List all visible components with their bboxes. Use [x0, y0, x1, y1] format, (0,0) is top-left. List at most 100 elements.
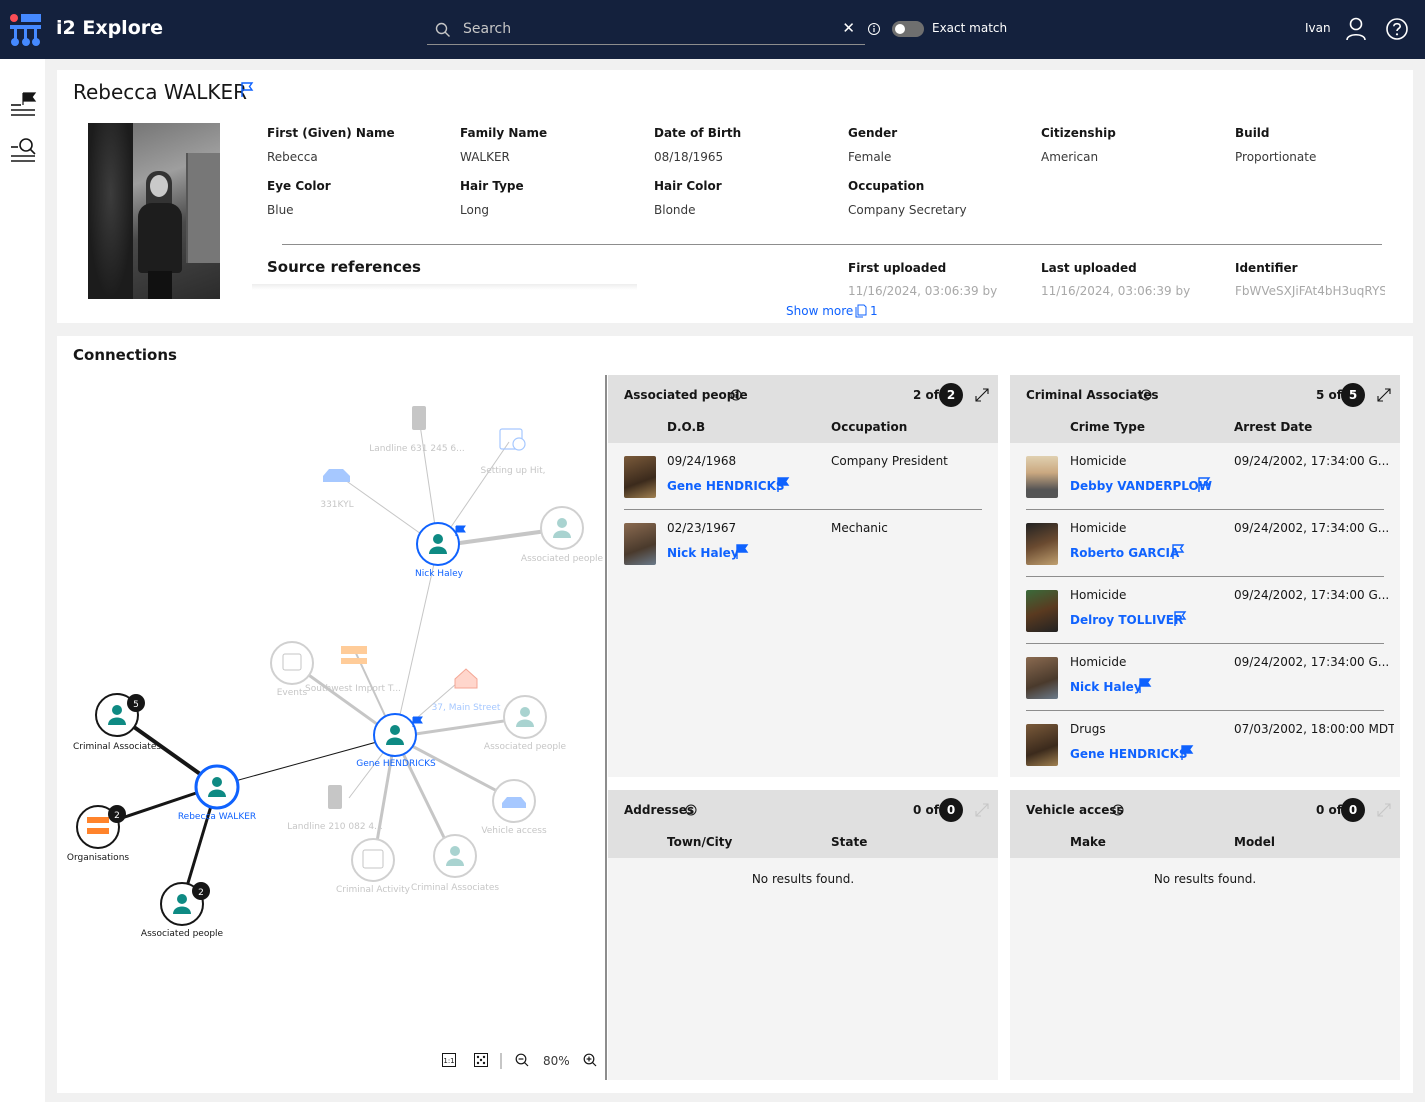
- column-header[interactable]: Crime Type: [1070, 420, 1145, 434]
- user-icon[interactable]: [1345, 16, 1367, 42]
- table-row[interactable]: Homicide 09/24/2002, 17:34:00 G... Nick …: [1010, 644, 1400, 711]
- vehicle-access-panel: Vehicle access 0 of 0 Make Model No resu…: [1010, 790, 1400, 1080]
- arrest-date-cell: 09/24/2002, 17:34:00 G...: [1234, 588, 1389, 602]
- photo-torso: [138, 203, 182, 273]
- total-badge: 0: [939, 798, 963, 822]
- flag-outline-icon[interactable]: [240, 82, 254, 98]
- field-build: Build Proportionate: [1235, 126, 1425, 164]
- arrest-date-cell: 09/24/2002, 17:34:00 G...: [1234, 521, 1389, 535]
- flagged-records-icon[interactable]: [9, 91, 37, 119]
- connections-graph[interactable]: Landline 631 245 6... Setting up Hit, 33…: [57, 336, 605, 1093]
- table-row[interactable]: Homicide 09/24/2002, 17:34:00 G... Rober…: [1010, 510, 1400, 577]
- meta-last-uploaded: Last uploaded 11/16/2024, 03:06:39 by: [1041, 261, 1231, 298]
- app-logo-icon[interactable]: [9, 13, 43, 47]
- help-icon[interactable]: [1385, 17, 1409, 41]
- no-results-text: No results found.: [751, 872, 855, 886]
- criminal-activity-node[interactable]: Criminal Activity: [336, 838, 411, 895]
- nick-haley-node[interactable]: Nick Haley: [415, 522, 466, 579]
- person-link[interactable]: Gene HENDRICKS: [667, 479, 785, 493]
- clear-search-icon[interactable]: ✕: [842, 19, 855, 37]
- fit-to-view-icon[interactable]: [474, 1053, 488, 1067]
- addresses-panel: Addresses 0 of 0 Town/City State No resu…: [608, 790, 998, 1080]
- vehicle-node[interactable]: 331KYL: [320, 469, 354, 510]
- column-header[interactable]: Model: [1234, 835, 1275, 849]
- table-row[interactable]: 09/24/1968 Company President Gene HENDRI…: [608, 443, 998, 510]
- zoom-out-icon[interactable]: [515, 1053, 529, 1067]
- event-node[interactable]: Setting up Hit,: [480, 428, 546, 476]
- person-link[interactable]: Delroy TOLLIVER: [1070, 613, 1183, 627]
- column-header[interactable]: Town/City: [667, 835, 732, 849]
- table-row[interactable]: Homicide 09/24/2002, 17:34:00 G... Delro…: [1010, 577, 1400, 644]
- field-family-name: Family Name WALKER: [460, 126, 650, 164]
- landline-node[interactable]: Landline 631 245 6...: [369, 406, 465, 454]
- flag-icon[interactable]: [1180, 745, 1194, 761]
- expand-icon[interactable]: [974, 387, 990, 403]
- organisation-node[interactable]: Southwest Import T...: [305, 646, 401, 694]
- field-label: Hair Color: [654, 179, 722, 193]
- occupation-cell: Mechanic: [831, 521, 888, 535]
- info-icon[interactable]: [685, 804, 697, 816]
- connections-card: Connections Landline 631 245 6... Settin…: [57, 336, 1413, 1093]
- search-input[interactable]: [463, 18, 823, 40]
- field-label: Date of Birth: [654, 126, 742, 140]
- profile-photo: [88, 123, 220, 299]
- search-history-icon[interactable]: [9, 137, 37, 165]
- person-link[interactable]: Gene HENDRICKS: [1070, 747, 1188, 761]
- svg-text:Criminal Activity: Criminal Activity: [336, 885, 411, 895]
- table-row[interactable]: 02/23/1967 Mechanic Nick Haley: [608, 510, 998, 577]
- associated-people-node[interactable]: Associated people: [521, 506, 604, 564]
- crime-type-cell: Homicide: [1070, 655, 1127, 669]
- avatar: [624, 456, 656, 498]
- gene-hendricks-node[interactable]: Gene HENDRICKS: [356, 713, 436, 769]
- meta-label: Last uploaded: [1041, 261, 1137, 275]
- column-header[interactable]: State: [831, 835, 867, 849]
- column-header[interactable]: Make: [1070, 835, 1106, 849]
- field-eye-color: Eye Color Blue: [267, 179, 457, 217]
- top-bar: i2 Explore ✕ Exact match Ivan: [0, 0, 1425, 59]
- actual-size-icon[interactable]: 1:1: [442, 1053, 456, 1067]
- column-header[interactable]: Occupation: [831, 420, 907, 434]
- avatar: [1026, 590, 1058, 632]
- field-label: Occupation: [848, 179, 925, 193]
- landline-node[interactable]: Landline 210 082 4...: [287, 785, 383, 832]
- panel-count: 2 of: [913, 388, 939, 402]
- expand-icon: [975, 803, 989, 817]
- criminal-associates-node[interactable]: Criminal Associates: [411, 834, 499, 893]
- field-occupation: Occupation Company Secretary: [848, 179, 1038, 217]
- crime-type-cell: Homicide: [1070, 588, 1127, 602]
- flag-icon[interactable]: [776, 477, 790, 493]
- table-row[interactable]: Drugs 07/03/2002, 18:00:00 MDT Gene HEND…: [1010, 711, 1400, 778]
- expand-icon[interactable]: [1376, 387, 1392, 403]
- show-more-link[interactable]: Show more: [786, 304, 853, 318]
- info-icon[interactable]: [1140, 389, 1152, 401]
- graph-canvas[interactable]: Landline 631 245 6... Setting up Hit, 33…: [57, 336, 605, 1093]
- panel-header: Criminal Associates 5 of 5: [1010, 375, 1400, 415]
- info-icon[interactable]: [867, 22, 881, 36]
- exact-match-toggle[interactable]: [892, 21, 924, 37]
- person-link[interactable]: Nick Haley: [667, 546, 739, 560]
- field-citizenship: Citizenship American: [1041, 126, 1231, 164]
- table-row[interactable]: Homicide 09/24/2002, 17:34:00 G... Debby…: [1010, 443, 1400, 510]
- meta-identifier: Identifier FbWVeSXJiFAt4bH3uqRYS3j: [1235, 261, 1425, 298]
- flag-icon[interactable]: [735, 544, 749, 560]
- field-label: Hair Type: [460, 179, 524, 193]
- column-header[interactable]: D.O.B: [667, 420, 705, 434]
- address-node[interactable]: 37, Main Street: [432, 668, 501, 713]
- avatar: [1026, 724, 1058, 766]
- flag-outline-icon[interactable]: [1171, 544, 1185, 560]
- column-header[interactable]: Arrest Date: [1234, 420, 1312, 434]
- flag-outline-icon[interactable]: [1197, 477, 1211, 493]
- person-link[interactable]: Debby VANDERPLOW: [1070, 479, 1212, 493]
- organisations-node[interactable]: 2 Organisations: [67, 805, 130, 863]
- associated-people-node[interactable]: 2 Associated people: [141, 882, 224, 939]
- flag-icon[interactable]: [1138, 678, 1152, 694]
- info-icon[interactable]: [1112, 804, 1124, 816]
- person-link[interactable]: Nick Haley: [1070, 680, 1142, 694]
- document-icon[interactable]: [854, 304, 868, 318]
- source-count[interactable]: 1: [870, 304, 878, 318]
- info-icon[interactable]: [730, 389, 742, 401]
- flag-outline-icon[interactable]: [1173, 611, 1187, 627]
- criminal-associates-node[interactable]: 5 Criminal Associates: [73, 693, 161, 752]
- zoom-in-icon[interactable]: [583, 1053, 597, 1067]
- person-link[interactable]: Roberto GARCIA: [1070, 546, 1179, 560]
